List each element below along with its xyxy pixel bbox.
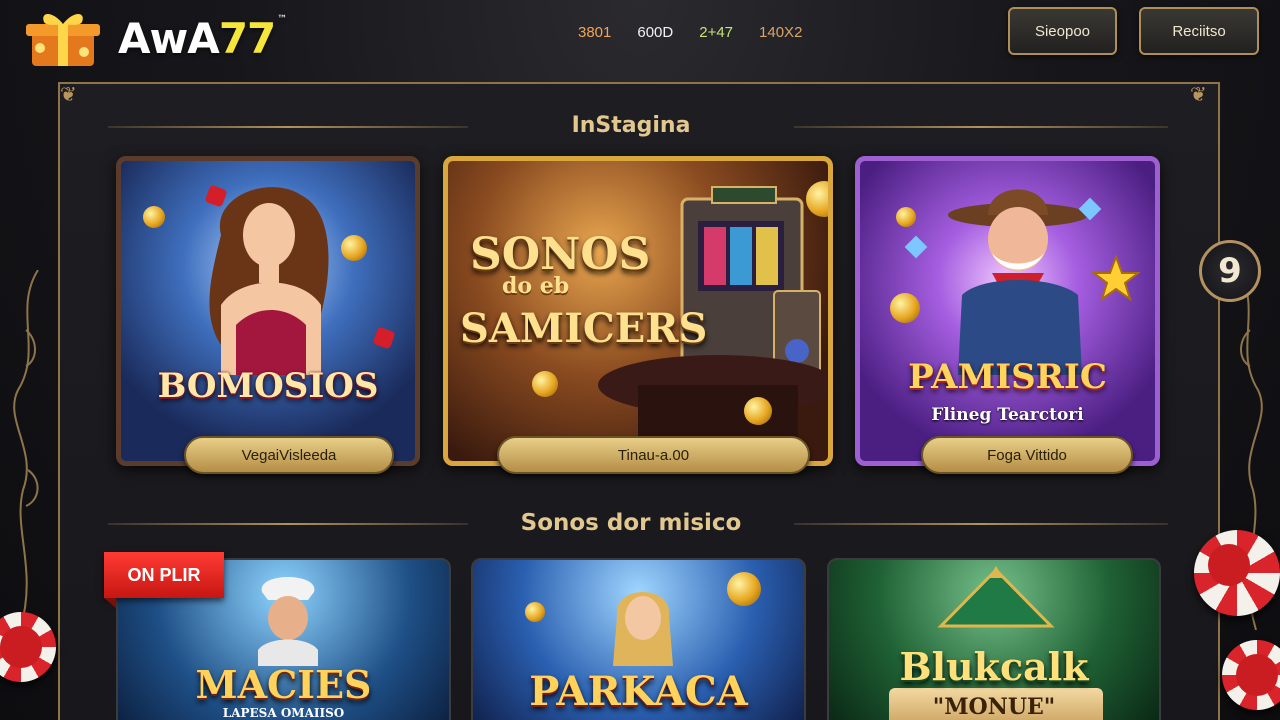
star-icon: [1092, 255, 1140, 302]
dice-icon: [372, 326, 396, 350]
logo-trademark: ™: [277, 13, 287, 25]
poker-chip-icon: [1194, 530, 1280, 616]
game-art-title: PAMISRIC: [908, 357, 1107, 397]
coin-icon: [525, 602, 545, 622]
section-divider: [794, 523, 1168, 525]
game-card-3[interactable]: PAMISRIC Flineg Tearctori: [855, 156, 1160, 466]
game-card-3-button[interactable]: Foga Vittido: [921, 436, 1133, 474]
logo-number: 77: [218, 13, 276, 63]
header-stats: 3801 600D 2+47 140X2: [578, 24, 802, 41]
top-header: AwA77 ™ 3801 600D 2+47 140X2 Sieopoo Reci…: [0, 0, 1280, 72]
game-art-title: Blukcalk: [899, 644, 1089, 689]
poker-chip-icon: [1222, 640, 1280, 710]
promo-ribbon-badge: ON PLIR: [104, 552, 224, 608]
game-card-1[interactable]: BOMOSIOS: [116, 156, 420, 466]
game-art-title: PARKACA: [529, 668, 748, 715]
game-card-2-button[interactable]: Tinau-a.00: [497, 436, 810, 474]
gift-box-icon: [26, 14, 100, 66]
game-art-title-line3: SAMICERS: [460, 305, 708, 352]
logo[interactable]: AwA77 ™: [22, 8, 287, 68]
left-scroll-ornament: [13, 270, 39, 630]
woman-character-illustration: [613, 592, 673, 666]
coin-icon: [341, 235, 367, 261]
game-art-title-line2: do eb: [502, 273, 570, 299]
game-art-title: BOMOSIOS: [157, 366, 379, 406]
stat-1: 3801: [578, 24, 612, 41]
game-card-2[interactable]: SONOS do eb SAMICERS: [443, 156, 833, 466]
section-divider: [108, 523, 468, 525]
stat-4: 140X2: [759, 24, 803, 41]
game-card-6[interactable]: Blukcalk "MONUE": [827, 558, 1161, 720]
logo-text: AwA77 ™: [118, 13, 287, 63]
game-art-title: MACIES: [195, 662, 372, 707]
section-divider: [794, 126, 1168, 128]
coin-icon: [896, 207, 916, 227]
pagoda-illustration: [937, 566, 1055, 628]
coin-icon: [143, 206, 165, 228]
corner-ornament-icon: ❦: [1190, 84, 1207, 106]
coin-icon: [890, 293, 920, 323]
game-card-5[interactable]: PARKACA: [471, 558, 806, 720]
section-title-music: Sonos dor misico: [520, 510, 742, 536]
section-divider: [108, 126, 468, 128]
stat-2: 600D: [637, 24, 674, 41]
login-button[interactable]: Sieopoo: [1008, 7, 1117, 55]
game-card-1-button[interactable]: VegaiVisleeda: [184, 436, 394, 474]
coin-icon: [532, 371, 558, 397]
coin-icon: [744, 397, 772, 425]
section-title-featured: InStagina: [571, 113, 691, 138]
stat-3: 2+47: [699, 24, 734, 41]
corner-ornament-icon: ❦: [60, 84, 77, 106]
coin-icon: [727, 572, 761, 606]
game-art-subtitle: "MONUE": [932, 694, 1056, 720]
game-art-subtitle: LAPESA OMAIISO: [222, 706, 345, 720]
woman-character-illustration: [209, 187, 329, 375]
side-counter-badge[interactable]: 9: [1199, 240, 1261, 302]
logo-main: AwA: [118, 13, 220, 63]
chef-character-illustration: [258, 577, 318, 666]
register-button[interactable]: Reciitso: [1139, 7, 1259, 55]
game-art-subtitle: Flineg Tearctori: [931, 405, 1084, 425]
